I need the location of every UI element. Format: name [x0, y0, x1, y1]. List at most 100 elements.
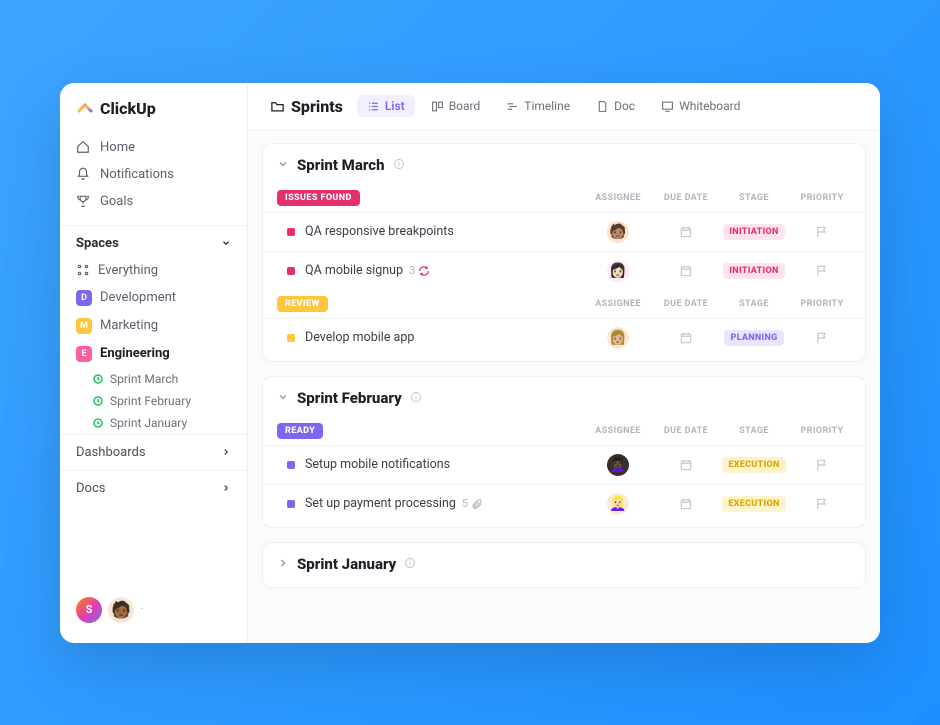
cell-due[interactable] — [657, 331, 715, 345]
spaces-header[interactable]: Spaces — [60, 225, 247, 257]
board-icon — [431, 100, 444, 113]
cell-due[interactable] — [657, 225, 715, 239]
primary-nav: Home Notifications Goals — [60, 132, 247, 217]
space-everything[interactable]: Everything — [60, 257, 247, 284]
cell-priority[interactable] — [793, 264, 851, 278]
space-label: Development — [100, 290, 176, 305]
nav-notifications[interactable]: Notifications — [60, 161, 247, 188]
space-development[interactable]: D Development — [60, 284, 247, 312]
sidebar-sprint-january[interactable]: Sprint January — [60, 412, 247, 434]
sprint-title-row[interactable]: Sprint February — [263, 389, 865, 417]
nav-home[interactable]: Home — [60, 134, 247, 161]
brand-logo[interactable]: ClickUp — [60, 95, 247, 132]
cell-due[interactable] — [657, 264, 715, 278]
stage-badge: EXECUTION — [722, 496, 785, 512]
avatar: 👩🏿‍🦱 — [607, 454, 629, 476]
breadcrumb-title[interactable]: Sprints — [262, 93, 351, 120]
dashboards-label: Dashboards — [76, 445, 146, 460]
tab-timeline[interactable]: Timeline — [496, 95, 580, 117]
group-label[interactable]: READY — [277, 423, 323, 439]
tab-list-label: List — [385, 99, 405, 113]
cell-due[interactable] — [657, 497, 715, 511]
cell-stage[interactable]: EXECUTION — [725, 496, 783, 512]
space-badge: D — [76, 290, 92, 306]
col-stage: STAGE — [725, 299, 783, 309]
group-label[interactable]: ISSUES FOUND — [277, 190, 360, 206]
group-header: REVIEW ASSIGNEE DUE DATE STAGE PRIORITY — [263, 290, 865, 318]
task-subtask-count: 3 — [409, 264, 430, 277]
cell-assignee[interactable]: 👩🏼 — [589, 327, 647, 349]
sidebar-sprint-february[interactable]: Sprint February — [60, 390, 247, 412]
cell-assignee[interactable]: 👱🏻‍♀️ — [589, 493, 647, 515]
sidebar-dashboards[interactable]: Dashboards — [60, 434, 247, 470]
task-row[interactable]: QA responsive breakpoints 🧑🏽 INITIATION — [263, 212, 865, 251]
tab-list[interactable]: List — [357, 95, 415, 117]
nav-goals-label: Goals — [100, 194, 133, 209]
sidebar: ClickUp Home Notifications Goals Spaces … — [60, 83, 248, 643]
cell-stage[interactable]: INITIATION — [725, 224, 783, 240]
cell-stage[interactable]: INITIATION — [725, 263, 783, 279]
info-icon[interactable] — [410, 389, 422, 407]
trophy-icon — [76, 194, 90, 208]
group-label[interactable]: REVIEW — [277, 296, 328, 312]
cell-due[interactable] — [657, 458, 715, 472]
user-avatar-secondary[interactable]: 🧑🏾 — [108, 597, 134, 623]
sidebar-docs[interactable]: Docs — [60, 470, 247, 506]
cell-stage[interactable]: EXECUTION — [725, 457, 783, 473]
nav-notifications-label: Notifications — [100, 167, 174, 182]
task-status-dot — [287, 267, 295, 275]
task-status-dot — [287, 461, 295, 469]
cell-priority[interactable] — [793, 331, 851, 345]
cell-assignee[interactable]: 👩🏻 — [589, 260, 647, 282]
topbar: Sprints List Board Timeline Doc Whiteboa… — [248, 83, 880, 131]
chevron-icon — [277, 156, 289, 174]
cell-assignee[interactable]: 🧑🏽 — [589, 221, 647, 243]
task-columns: 👱🏻‍♀️ EXECUTION — [589, 493, 851, 515]
info-icon[interactable] — [404, 555, 416, 573]
space-engineering[interactable]: E Engineering — [60, 340, 247, 368]
column-headers: ASSIGNEE DUE DATE STAGE PRIORITY — [589, 193, 851, 203]
home-icon — [76, 140, 90, 154]
tab-whiteboard[interactable]: Whiteboard — [651, 95, 750, 117]
cell-priority[interactable] — [793, 225, 851, 239]
cell-priority[interactable] — [793, 458, 851, 472]
nav-goals[interactable]: Goals — [60, 188, 247, 215]
task-row[interactable]: Set up payment processing5 👱🏻‍♀️ EXECUTI… — [263, 484, 865, 523]
task-row[interactable]: QA mobile signup3 👩🏻 INITIATION — [263, 251, 865, 290]
tab-board[interactable]: Board — [421, 95, 491, 117]
space-label: Engineering — [100, 346, 170, 361]
group-header: READY ASSIGNEE DUE DATE STAGE PRIORITY — [263, 417, 865, 445]
sprint-label: Sprint March — [110, 372, 178, 386]
avatar: 👩🏼 — [607, 327, 629, 349]
timeline-icon — [506, 100, 519, 113]
task-name: Set up payment processing5 — [305, 496, 589, 511]
avatar: 🧑🏽 — [607, 221, 629, 243]
task-columns: 👩🏼 PLANNING — [589, 327, 851, 349]
cell-assignee[interactable]: 👩🏿‍🦱 — [589, 454, 647, 476]
task-row[interactable]: Develop mobile app 👩🏼 PLANNING — [263, 318, 865, 357]
sprint-title-row[interactable]: Sprint January — [263, 555, 865, 583]
avatar: 👩🏻 — [607, 260, 629, 282]
sprint-title-row[interactable]: Sprint March — [263, 156, 865, 184]
cell-priority[interactable] — [793, 497, 851, 511]
stage-badge: INITIATION — [723, 263, 784, 279]
clickup-logo-icon — [76, 99, 94, 117]
sprint-icon — [92, 417, 104, 429]
sidebar-sprint-march[interactable]: Sprint March — [60, 368, 247, 390]
col-priority: PRIORITY — [793, 426, 851, 436]
tab-doc[interactable]: Doc — [586, 95, 645, 117]
space-marketing[interactable]: M Marketing — [60, 312, 247, 340]
stage-badge: PLANNING — [724, 330, 783, 346]
cell-stage[interactable]: PLANNING — [725, 330, 783, 346]
footer-more: · — [140, 602, 143, 617]
info-icon[interactable] — [393, 156, 405, 174]
task-row[interactable]: Setup mobile notifications 👩🏿‍🦱 EXECUTIO… — [263, 445, 865, 484]
user-avatar-initial[interactable]: S — [76, 597, 102, 623]
doc-icon — [596, 100, 609, 113]
tab-timeline-label: Timeline — [524, 99, 570, 113]
main: Sprints List Board Timeline Doc Whiteboa… — [248, 83, 880, 643]
space-label: Marketing — [100, 318, 158, 333]
bell-icon — [76, 167, 90, 181]
col-due: DUE DATE — [657, 426, 715, 436]
list-icon — [367, 100, 380, 113]
